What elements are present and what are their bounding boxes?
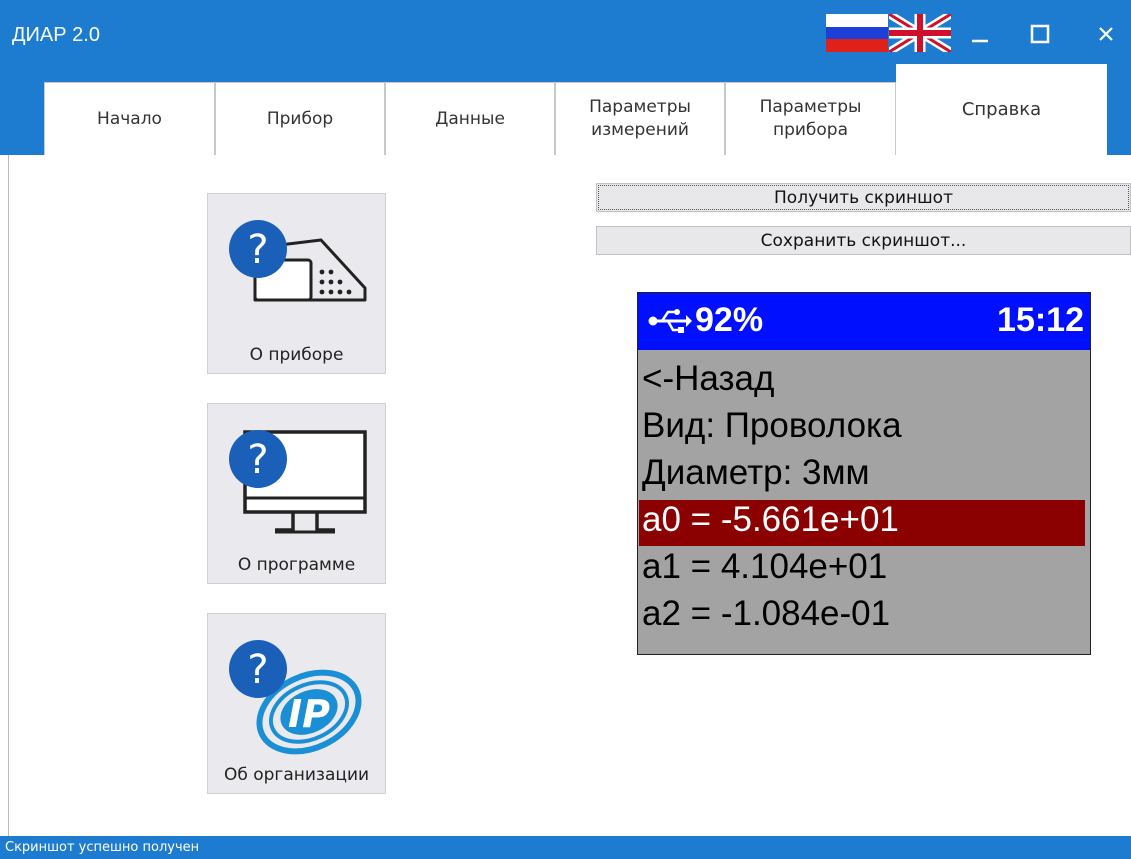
device-line-a0: a0 = -5.661e+01 — [642, 500, 899, 539]
get-screenshot-button[interactable]: Получить скриншот — [596, 183, 1131, 212]
about-program-button[interactable]: ? О программе — [207, 403, 386, 584]
about-organization-button[interactable]: IP ? Об организации — [207, 613, 386, 794]
tab-help[interactable]: Справка — [896, 64, 1107, 155]
device-help-icon: ? — [229, 220, 367, 302]
russian-flag-icon[interactable] — [826, 14, 888, 52]
tab-start[interactable]: Начало — [44, 82, 215, 155]
about-organization-label: Об организации — [223, 765, 370, 785]
tab-data[interactable]: Данные — [385, 82, 555, 155]
close-icon — [1099, 27, 1113, 41]
device-time: 15:12 — [997, 301, 1084, 339]
status-text: Скриншот успешно получен — [5, 840, 200, 855]
device-line-a2: a2 = -1.084e-01 — [642, 594, 891, 633]
about-program-label: О программе — [237, 555, 356, 575]
device-line-diameter: Диаметр: 3мм — [642, 453, 870, 492]
close-button[interactable] — [1081, 14, 1131, 54]
device-line-type: Вид: Проволока — [642, 406, 902, 445]
uk-flag-icon[interactable] — [889, 14, 951, 52]
svg-text:IP: IP — [288, 692, 330, 736]
tab-bar: Начало Прибор Данные Параметры измерений… — [44, 64, 1107, 155]
status-bar: Скриншот успешно получен — [0, 836, 1131, 859]
svg-text:?: ? — [247, 437, 268, 483]
device-line-back: <-Назад — [642, 359, 775, 398]
tab-device[interactable]: Прибор — [215, 82, 385, 155]
company-logo-help-icon: IP ? — [229, 640, 362, 755]
svg-text:?: ? — [247, 647, 268, 693]
tab-measurement-parameters[interactable]: Параметры измерений — [555, 82, 725, 155]
title-bar: ДИАР 2.0 Начало Прибор Данные Параметры … — [0, 0, 1131, 155]
tab-device-parameters[interactable]: Параметры прибора — [725, 82, 896, 155]
device-battery: 92% — [695, 301, 764, 339]
app-title: ДИАР 2.0 — [12, 24, 100, 46]
about-device-label: О приборе — [249, 345, 344, 365]
device-status-bar: 92% 15:12 — [638, 293, 1090, 350]
device-line-a1: a1 = 4.104e+01 — [642, 547, 888, 586]
save-screenshot-button[interactable]: Сохранить скриншот... — [596, 226, 1131, 255]
minimize-icon — [972, 39, 988, 43]
monitor-help-icon: ? — [229, 430, 367, 534]
about-device-button[interactable]: ? О приборе — [207, 193, 386, 374]
usb-icon — [648, 309, 692, 333]
maximize-button[interactable] — [1015, 14, 1065, 54]
maximize-icon — [1030, 24, 1050, 44]
device-screenshot: 92% 15:12 <-Назад Вид: Проволока Диаметр… — [637, 292, 1091, 655]
svg-text:?: ? — [247, 227, 268, 273]
minimize-button[interactable] — [955, 14, 1005, 54]
